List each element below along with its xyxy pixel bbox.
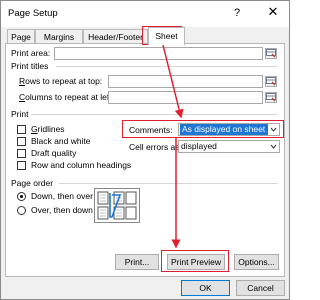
annotation-arrows [162, 44, 184, 249]
arrow-to-comments [162, 44, 184, 119]
tab-sheet[interactable]: Sheet [148, 27, 185, 45]
page-setup-dialog: Page Setup ? ✕ Page Margins Header/Foote… [0, 0, 290, 300]
